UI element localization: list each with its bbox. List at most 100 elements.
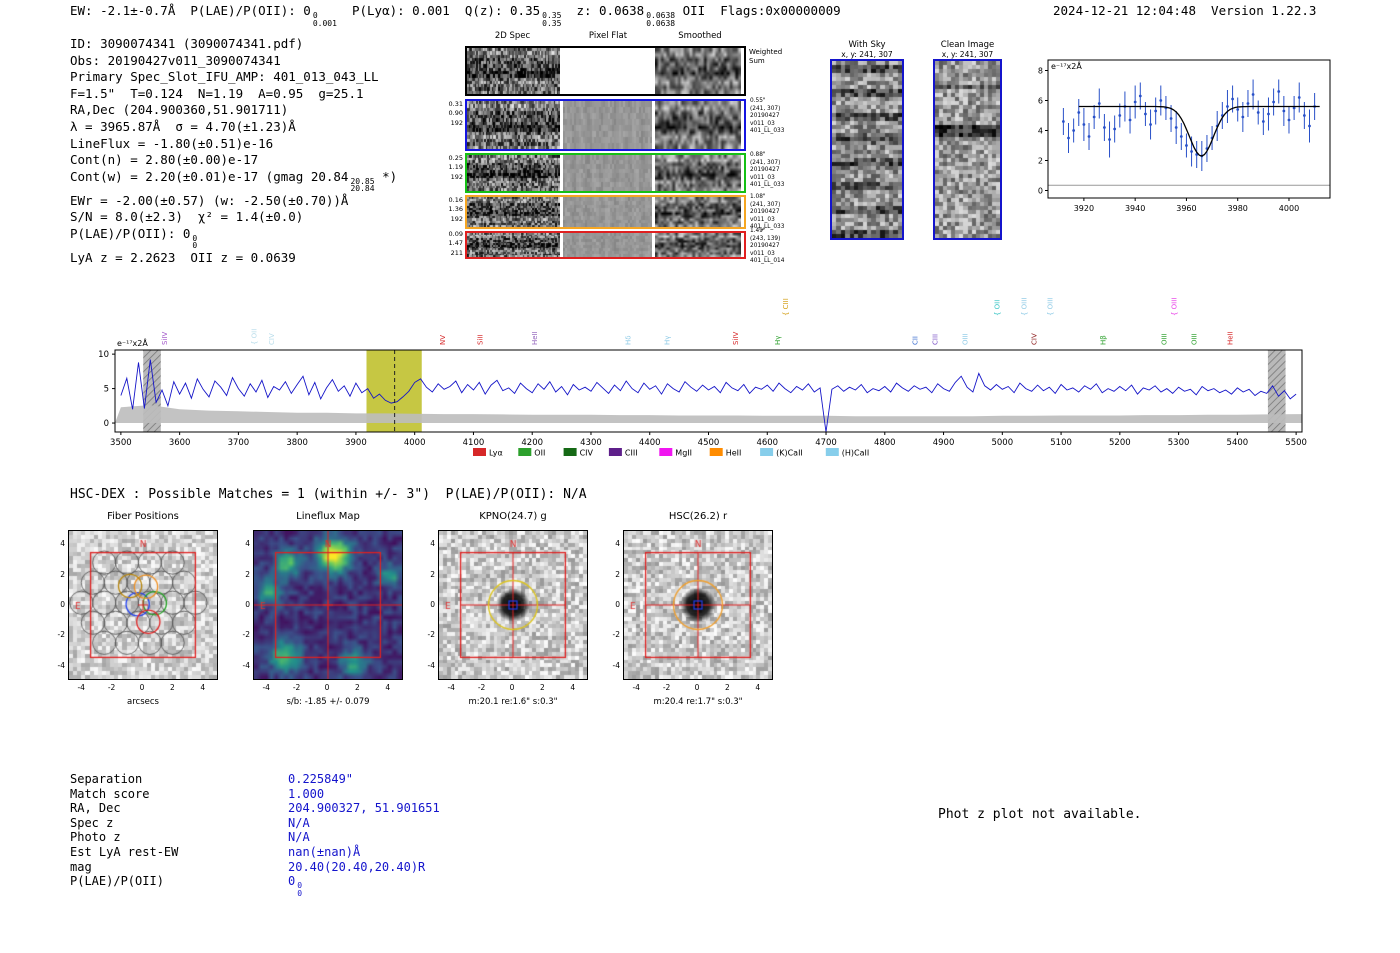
emission-line-label: SiIV	[732, 332, 740, 345]
emission-line-label: { OIII	[1046, 298, 1054, 316]
fiber-2d-strip	[465, 231, 746, 259]
with-sky-panel	[830, 59, 904, 240]
y-tick-label: 6	[1038, 97, 1043, 106]
x-tick-label: 4300	[580, 438, 602, 448]
emission-line-label: CIII	[931, 334, 939, 345]
data-point	[1308, 124, 1311, 128]
info-line: S/N = 8.0(±2.3) χ² = 1.4(±0.0)	[70, 209, 397, 226]
x-tick-label: 5100	[1050, 438, 1072, 448]
data-point	[1159, 99, 1163, 102]
data-point	[1236, 108, 1240, 111]
pixel-flat-image	[563, 101, 652, 149]
emission-line-label: { OII	[250, 329, 258, 345]
data-point	[1149, 123, 1152, 126]
legend-swatch	[760, 448, 774, 456]
cutout-ytick: 0	[60, 600, 65, 609]
stacked-sup-sub: 00	[192, 235, 197, 250]
cutout-panel	[623, 530, 773, 680]
info-line: EWr = -2.00(±0.57) (w: -2.50(±0.70))Å	[70, 193, 397, 210]
y-tick-label: 5	[104, 385, 109, 395]
y-tick-label: 0	[1038, 187, 1043, 196]
data-point	[1061, 120, 1065, 123]
cutout-panel	[68, 530, 218, 680]
with-sky-xy: x, y: 241, 307	[841, 50, 893, 59]
data-point	[1277, 90, 1281, 93]
legend-swatch	[563, 448, 577, 456]
cutout-ytick: 0	[430, 600, 435, 609]
data-point	[1144, 112, 1147, 116]
cutout-ytick: 4	[245, 539, 250, 549]
x-tick-label: 5500	[1285, 438, 1307, 448]
legend-label: (H)CaII	[842, 449, 869, 458]
y-tick-label: 0	[104, 419, 109, 429]
data-point	[1231, 97, 1234, 101]
legend-swatch	[659, 448, 673, 456]
cutout-xtick: -4	[632, 683, 640, 692]
data-point	[1190, 150, 1193, 153]
x-tick-label: 3900	[345, 438, 367, 448]
data-point	[1087, 135, 1091, 138]
x-tick-label: 5200	[1109, 438, 1131, 448]
text-segment: 20.40(20.40,20.40)R	[288, 859, 426, 874]
weighted-sum-strip	[465, 46, 746, 96]
cutout-xtick: -4	[262, 683, 270, 692]
legend-swatch	[709, 448, 723, 456]
match-row-label: Spec z	[70, 815, 114, 830]
x-tick-label: 4800	[874, 438, 896, 448]
text-segment: z: 0.0638	[561, 3, 645, 18]
text-segment: *)	[374, 168, 398, 184]
x-tick-label: 4500	[698, 438, 720, 448]
cutout-xtick: 0	[139, 683, 145, 692]
info-line: Cont(w) = 2.20(±0.01)e-17 (gmag 20.84 20.…	[70, 169, 397, 193]
text-segment: OII Flags:0x00000009	[675, 3, 841, 18]
x-tick-label: 4100	[463, 438, 485, 448]
data-point	[1174, 126, 1178, 129]
strip-fiber-annotation: 1.49" (243, 139) 20190427 v011_03 401_LL…	[750, 228, 785, 265]
emission-line-label: CII	[911, 336, 919, 345]
info-line: LyA z = 2.2623 OII z = 0.0639	[70, 250, 397, 267]
legend-label: HeII	[726, 449, 742, 458]
text-segment: LyA z = 2.2623 OII z = 0.0639	[70, 249, 296, 265]
match-row-label: P(LAE)/P(OII)	[70, 874, 164, 889]
data-point	[1302, 114, 1306, 117]
cutout-panel	[438, 530, 588, 680]
legend-label: (K)CaII	[776, 449, 803, 458]
cutout-ytick: -4	[57, 660, 65, 670]
match-row-value: 1.000	[288, 787, 324, 801]
match-row-label: RA, Dec	[70, 801, 121, 816]
emission-line-label: Hγ	[774, 336, 782, 345]
cutout-ytick: -4	[612, 660, 620, 670]
cutout-canvas	[69, 531, 217, 679]
stacked-sup-sub: 20.85 20.84	[350, 178, 374, 193]
text-segment: N/A	[288, 830, 310, 845]
data-point	[1128, 118, 1132, 122]
emission-line-label: Hγ	[663, 336, 671, 345]
cutout-xtick: 2	[170, 683, 175, 692]
cutout-ytick: 2	[245, 569, 250, 579]
text-segment: LineFlux = -1.80(±0.51)e-16	[70, 135, 274, 151]
emission-line-label: OIII	[1160, 333, 1168, 345]
text-segment: 1.000	[288, 786, 325, 801]
text-segment: Obs: 20190427v011_3090074341	[70, 52, 281, 68]
info-line: LineFlux = -1.80(±0.51)e-16	[70, 136, 397, 153]
data-point	[1226, 105, 1229, 108]
text-segment: P(LAE)/P(OII): 0	[70, 225, 191, 241]
pixel-flat-image	[563, 155, 652, 191]
cutout-xtick: 4	[570, 683, 576, 692]
emission-line-label: { OIII	[1021, 298, 1029, 316]
x-tick-label: 5000	[991, 438, 1013, 448]
match-row-label: Match score	[70, 786, 150, 801]
legend-swatch	[608, 448, 622, 456]
emission-line-label: SiIV	[161, 332, 169, 345]
cutout-ytick: 4	[615, 539, 620, 549]
info-line: ID: 3090074341 (3090074341.pdf)	[70, 36, 397, 53]
match-row-value: N/A	[288, 830, 310, 844]
flux-units-label: e⁻¹⁷x2Å	[117, 337, 148, 348]
emission-line-label: SiII	[477, 334, 485, 345]
text-segment: nan(±nan)Å	[288, 844, 361, 859]
clean-image-xy: x, y: 241, 307	[941, 50, 994, 59]
fiber-2d-strip	[465, 153, 746, 193]
match-details-table: Separation 0.225849" Match score 1.000 RA, D…	[70, 772, 440, 897]
col-title-2dspec: 2D Spec	[494, 31, 531, 41]
match-row-value: N/A	[288, 816, 310, 830]
